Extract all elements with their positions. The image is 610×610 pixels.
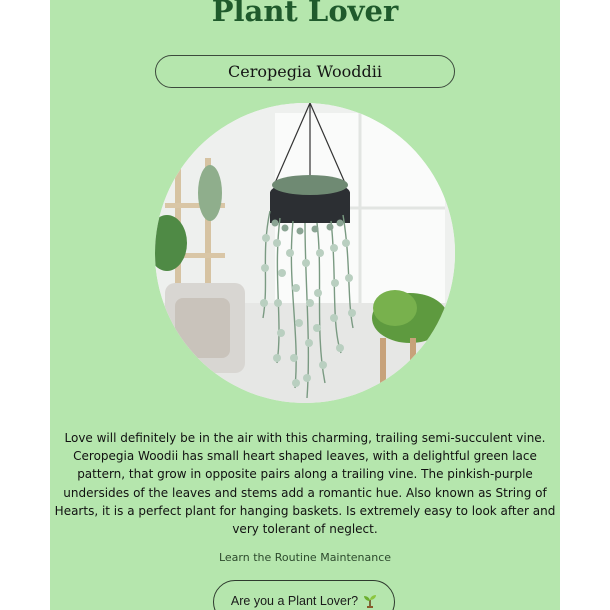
page-title: Plant Lover [211, 0, 399, 28]
page-container: Plant Lover Ceropegia Wooddii Love will … [50, 0, 560, 610]
plant-description: Love will definitely be in the air with … [54, 431, 556, 537]
plant-photo [155, 103, 455, 403]
plant-lover-button-label: Are you a Plant Lover? [230, 594, 359, 608]
plant-lover-button[interactable]: Are you a Plant Lover? [213, 580, 395, 610]
plant-name-pill: Ceropegia Wooddii [155, 55, 455, 88]
maintenance-link[interactable]: Learn the Routine Maintenance [50, 551, 560, 564]
sprout-icon [363, 594, 377, 610]
